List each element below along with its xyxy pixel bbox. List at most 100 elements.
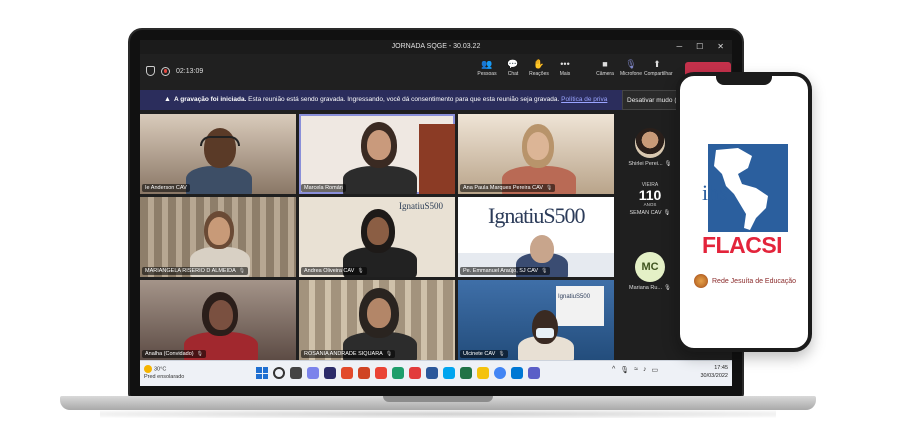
window-title: JORNADA SQGE - 30.03.22 [391, 43, 481, 50]
participant-name: Pe. Emmanuel Araújo, SJ CAV 🎙 [460, 267, 551, 275]
more-icon: ••• [560, 59, 570, 69]
side-participant[interactable]: Shirlei Perei... 🎙 [622, 128, 678, 167]
mic-off-icon: 🎙 [196, 351, 203, 357]
window-titlebar: JORNADA SQGE - 30.03.22 ─ ☐ ✕ [140, 40, 732, 54]
smartphone: ihs FLACSI Rede Jesuíta de Educação [676, 72, 812, 352]
background-logo: IgnatiuS500 [488, 203, 586, 228]
skype-icon[interactable] [443, 367, 455, 379]
mic-off-icon: 🎙 [664, 285, 671, 291]
search-icon[interactable] [273, 367, 285, 379]
side-participant[interactable]: MC Mariana Ru... 🎙 [622, 252, 678, 291]
mic-off-icon: 🎙 [625, 59, 637, 69]
network-label: Rede Jesuíta de Educação [694, 274, 796, 288]
chrome-icon[interactable] [494, 367, 506, 379]
mic-off-icon: 🎙 [546, 185, 553, 191]
chevron-up-icon[interactable]: ^ [612, 366, 615, 374]
mic-icon[interactable]: 🎙 [620, 366, 629, 374]
powerpoint-icon[interactable] [358, 367, 370, 379]
system-tray: ^ 🎙 ≈ ♪ ▭ [612, 366, 658, 374]
maximize-button[interactable]: ☐ [696, 40, 703, 54]
video-tile[interactable]: Ie Anderson CAV [140, 114, 296, 194]
flacsi-logo-text: FLACSI [702, 232, 783, 258]
teams-icon[interactable] [528, 367, 540, 379]
mic-off-icon: 🎙 [498, 351, 505, 357]
mail-icon[interactable] [511, 367, 523, 379]
recording-icon [161, 66, 170, 76]
side-participant[interactable]: VIEIRA 110 ANOS SEMAN CAV 🎙 [622, 182, 678, 216]
microphone-button[interactable]: 🎙 Microfone [618, 57, 644, 77]
volume-icon[interactable]: ♪ [643, 366, 647, 374]
banner-text: Esta reunião está sendo gravada. Ingress… [246, 96, 562, 103]
video-tile[interactable]: Analha (Convidado) 🎙 [140, 280, 296, 360]
video-tile[interactable]: IgnatiuS500 Andrea Oliveira CAV 🎙 [299, 197, 455, 277]
mic-off-icon: 🎙 [541, 268, 548, 274]
minimize-button[interactable]: ─ [676, 40, 682, 54]
participant-name: Analha (Convidado) 🎙 [142, 350, 206, 358]
unmute-tooltip: Desativar mudo ( [622, 90, 682, 110]
participant-name: Ulcinete CAV 🎙 [460, 350, 508, 358]
vieira-logo: 110 [638, 187, 662, 203]
video-tile[interactable]: ROSANIA ANDRADE SIQUARA 🎙 [299, 280, 455, 360]
avatar [635, 128, 665, 158]
seal-icon [694, 274, 708, 288]
excel-icon[interactable] [460, 367, 472, 379]
laptop-shadow [100, 410, 776, 418]
mic-off-icon: 🎙 [663, 210, 671, 216]
participant-name: MARIANGELA RISERIO D ALMEIDA 🎙 [142, 267, 249, 275]
participant-name: Andrea Oliveira CAV 🎙 [301, 267, 367, 275]
avatar: MC [635, 252, 665, 282]
video-tile[interactable]: Ana Paula Marques Pereira CAV 🎙 [458, 114, 614, 194]
warning-icon: ▲ [164, 96, 171, 103]
participant-name: Marcela Román [301, 184, 346, 192]
video-tile[interactable]: MARIANGELA RISERIO D ALMEIDA 🎙 [140, 197, 296, 277]
phone-notch [716, 76, 772, 85]
wifi-icon[interactable]: ≈ [634, 366, 638, 374]
video-grid: Ie Anderson CAV Marcela Román Ana Paula … [140, 114, 620, 360]
sun-icon [144, 365, 152, 373]
participant-name: Ie Anderson CAV [142, 184, 190, 192]
banner-bold: A gravação foi iniciada. [174, 96, 247, 103]
participant-name: ROSANIA ANDRADE SIQUARA 🎙 [301, 350, 396, 358]
windows-taskbar: 30°C Pred ensolarado ^ 🎙 ≈ ♪ ▭ 17:45 30/… [140, 360, 732, 386]
ihs-logo-text: ihs [702, 180, 728, 205]
teams-chat-icon[interactable] [307, 367, 319, 379]
taskbar-clock[interactable]: 17:45 30/03/2022 [700, 364, 728, 380]
more-button[interactable]: ••• Mais [552, 57, 578, 77]
windows-start-icon[interactable] [256, 367, 268, 379]
meeting-toolbar: 02:13:09 👥 Pessoas 💬 Chat ✋ Reações ••• … [140, 54, 732, 90]
battery-icon[interactable]: ▭ [652, 366, 659, 374]
pdf-icon[interactable] [375, 367, 387, 379]
edge-icon[interactable] [392, 367, 404, 379]
meeting-timer: 02:13:09 [176, 67, 204, 75]
mic-off-icon: 🎙 [664, 161, 672, 167]
privacy-link[interactable]: Política de priva [561, 96, 607, 103]
shield-icon [146, 66, 155, 76]
video-tile[interactable]: IgnatiuS500 Pe. Emmanuel Araújo, SJ CAV 🎙 [458, 197, 614, 277]
netflix-icon[interactable] [409, 367, 421, 379]
video-tile[interactable]: IgnatiuS500 Ulcinete CAV 🎙 [458, 280, 614, 360]
reactions-button[interactable]: ✋ Reações [526, 57, 552, 77]
background-logo: IgnatiuS500 [399, 201, 443, 211]
word-icon[interactable] [426, 367, 438, 379]
premiere-icon[interactable] [324, 367, 336, 379]
share-icon: ⬆ [653, 59, 661, 69]
mic-off-icon: 🎙 [238, 268, 246, 274]
participants-column: Shirlei Perei... 🎙 VIEIRA 110 ANOS SEMAN … [622, 114, 678, 360]
close-button[interactable]: ✕ [717, 40, 724, 54]
weather-widget[interactable]: 30°C Pred ensolarado [144, 365, 184, 381]
task-view-icon[interactable] [290, 367, 302, 379]
chat-button[interactable]: 💬 Chat [500, 57, 526, 77]
chat-icon: 💬 [507, 59, 519, 69]
office-icon[interactable] [341, 367, 353, 379]
reactions-icon: ✋ [533, 59, 545, 69]
mic-off-icon: 🎙 [357, 268, 364, 274]
mic-off-icon: 🎙 [385, 351, 393, 357]
laptop-screen: JORNADA SQGE - 30.03.22 ─ ☐ ✕ 02:13:09 👥… [140, 40, 732, 386]
video-tile[interactable]: Marcela Román [299, 114, 455, 194]
people-button[interactable]: 👥 Pessoas [474, 57, 500, 77]
share-button[interactable]: ⬆ Compartilhar [644, 57, 673, 77]
camera-button[interactable]: ■ Câmera [592, 57, 618, 77]
folder-icon[interactable] [477, 367, 489, 379]
participant-name: Ana Paula Marques Pereira CAV 🎙 [460, 184, 556, 192]
camera-icon: ■ [602, 59, 608, 69]
